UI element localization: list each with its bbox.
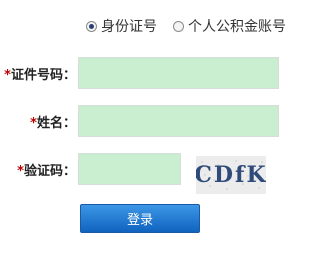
- radio-fund-account[interactable]: 个人公积金账号: [173, 16, 286, 36]
- name-label-text: 姓名：: [36, 115, 76, 131]
- captcha-image[interactable]: CDfK: [196, 156, 266, 194]
- radio-id-number-label: 身份证号: [101, 19, 157, 35]
- id-number-input[interactable]: [78, 57, 279, 89]
- radio-id-number[interactable]: 身份证号: [86, 16, 157, 36]
- required-mark: *: [4, 67, 11, 83]
- radio-fund-account-label: 个人公积金账号: [188, 19, 286, 35]
- required-mark: *: [17, 163, 24, 179]
- captcha-text: CDfK: [196, 162, 266, 188]
- search-type-radio-group: 身份证号 个人公积金账号: [86, 16, 286, 36]
- name-row: *姓名：: [0, 105, 279, 137]
- name-input[interactable]: [78, 105, 279, 137]
- captcha-label-text: 验证码：: [23, 163, 76, 179]
- captcha-input[interactable]: [78, 153, 181, 185]
- login-button[interactable]: 登录: [80, 204, 200, 233]
- required-mark: *: [30, 115, 37, 131]
- name-label: *姓名：: [0, 112, 78, 131]
- id-number-label: *证件号码：: [0, 64, 78, 83]
- id-number-row: *证件号码：: [0, 57, 279, 89]
- id-number-label-text: 证件号码：: [10, 67, 76, 83]
- radio-id-number-circle[interactable]: [86, 20, 97, 32]
- captcha-row: *验证码：: [0, 153, 181, 185]
- radio-fund-account-circle[interactable]: [173, 20, 184, 32]
- login-form-page: 身份证号 个人公积金账号 *证件号码： *姓名： *验证码： CDfK 登录: [0, 0, 310, 253]
- captcha-label: *验证码：: [0, 160, 78, 179]
